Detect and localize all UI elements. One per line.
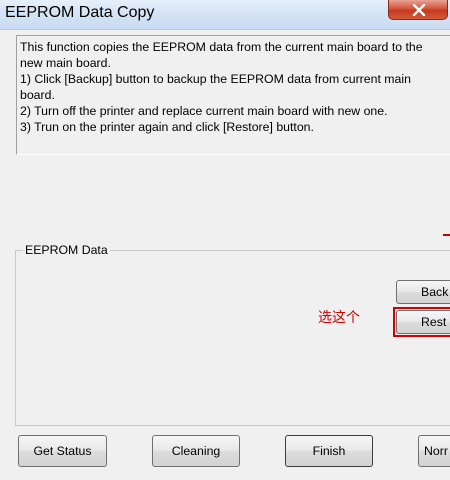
backup-button[interactable]: Back [396,280,450,304]
close-icon [412,4,426,16]
description-line: 2) Turn off the printer and replace curr… [20,104,388,118]
close-button[interactable] [388,0,448,20]
description-line: board. [20,88,55,102]
description-line: This function copies the EEPROM data fro… [20,40,423,54]
eeprom-data-group-label: EEPROM Data [23,243,110,257]
annotation-text: 选这个 [318,310,360,326]
description-line: new main board. [20,56,111,70]
eeprom-data-group [15,250,450,426]
red-mark [443,234,450,236]
restore-button[interactable]: Rest [396,310,450,334]
title-bar: EEPROM Data Copy [0,0,450,30]
description-box: This function copies the EEPROM data fro… [16,35,450,155]
cleaning-button[interactable]: Cleaning [152,435,240,467]
description-line: 1) Click [Backup] button to backup the E… [20,72,411,86]
description-line: 3) Trun on the printer again and click [… [20,120,314,134]
finish-button[interactable]: Finish [285,435,373,467]
get-status-button[interactable]: Get Status [18,435,107,467]
window-title: EEPROM Data Copy [5,4,155,21]
normal-button[interactable]: Norr [418,435,450,467]
